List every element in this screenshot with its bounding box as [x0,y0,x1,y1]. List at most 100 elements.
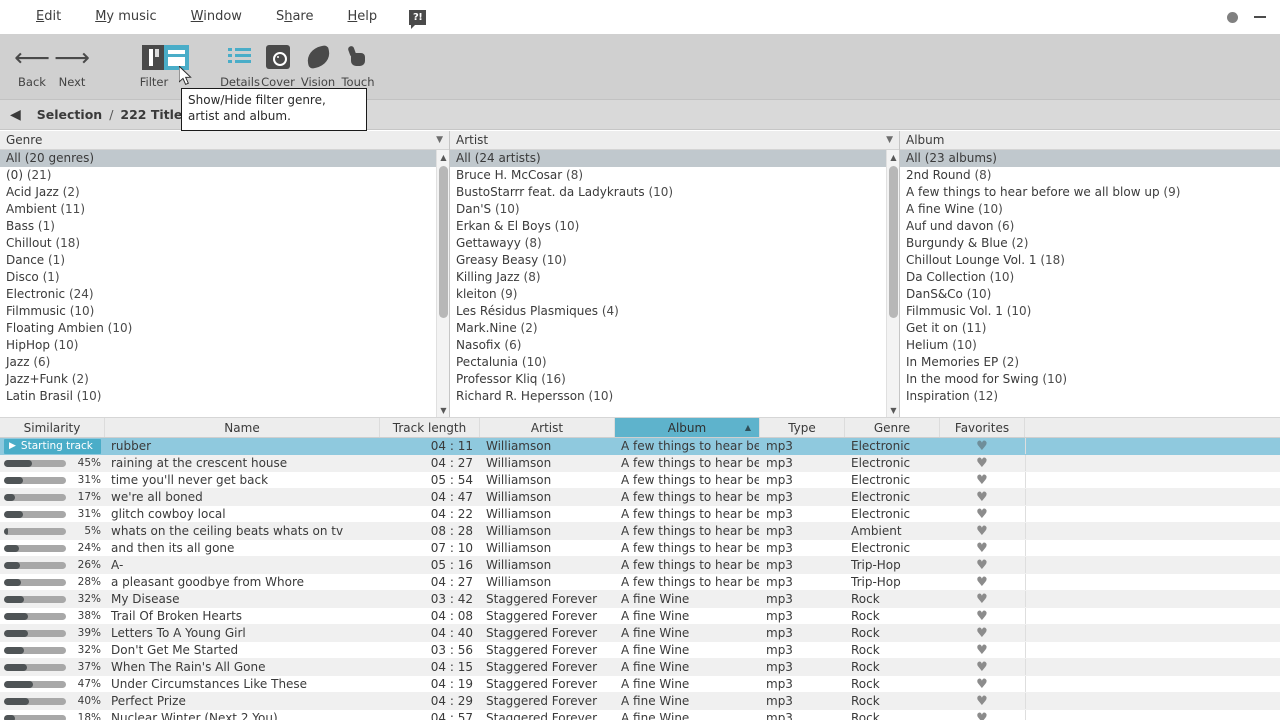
scroll-down-icon[interactable]: ▼ [437,403,449,417]
column-header-artist[interactable]: Artist [480,418,615,437]
heart-icon[interactable]: ♥ [976,508,988,521]
list-item[interactable]: Floating Ambien (10) [0,320,449,337]
list-item[interactable]: Bruce H. McCosar (8) [450,167,899,184]
list-item[interactable]: Inspiration (12) [900,388,1280,405]
list-item[interactable]: Erkan & El Boys (10) [450,218,899,235]
list-item[interactable]: Pectalunia (10) [450,354,899,371]
list-item[interactable]: Electronic (24) [0,286,449,303]
column-header-genre[interactable]: Genre [845,418,940,437]
list-item[interactable]: Jazz+Funk (2) [0,371,449,388]
next-button[interactable]: ⟶ Next [44,42,100,90]
breadcrumb-item-title-count[interactable]: 222 Title [120,107,182,122]
cell-favorites[interactable]: ♥ [940,659,1025,675]
list-item[interactable]: In Memories EP (2) [900,354,1280,371]
cell-favorites[interactable]: ♥ [940,608,1025,624]
column-header-favorites[interactable]: Favorites [940,418,1025,437]
table-row[interactable]: 39% Letters To A Young Girl 04 : 40 Stagger… [0,625,1280,642]
list-item[interactable]: Disco (1) [0,269,449,286]
heart-icon[interactable]: ♥ [976,457,988,470]
column-header-type[interactable]: Type [760,418,845,437]
heart-icon[interactable]: ♥ [976,525,988,538]
list-item[interactable]: Killing Jazz (8) [450,269,899,286]
column-header-album[interactable]: Album ▲ [615,418,760,437]
list-item[interactable]: Gettawayy (8) [450,235,899,252]
cell-favorites[interactable]: ♥ [940,438,1025,454]
artist-panel-header[interactable]: Artist ▼ [450,131,899,150]
heart-icon[interactable]: ♥ [976,491,988,504]
heart-icon[interactable]: ♥ [976,610,988,623]
scroll-up-icon[interactable]: ▲ [437,150,449,164]
column-header-similarity[interactable]: Similarity [0,418,105,437]
list-item[interactable]: Ambient (11) [0,201,449,218]
cell-favorites[interactable]: ♥ [940,472,1025,488]
list-item[interactable]: HipHop (10) [0,337,449,354]
cell-favorites[interactable]: ♥ [940,625,1025,641]
table-row[interactable]: 28% a pleasant goodbye from Whore 04 : 27 W… [0,574,1280,591]
table-row[interactable]: 31% time you'll never get back 05 : 54 Will… [0,472,1280,489]
scroll-up-icon[interactable]: ▲ [887,150,899,164]
heart-icon[interactable]: ♥ [976,593,988,606]
cell-favorites[interactable]: ♥ [940,455,1025,471]
list-item[interactable]: Get it on (11) [900,320,1280,337]
list-item[interactable]: Les Résidus Plasmiques (4) [450,303,899,320]
list-item[interactable]: Nasofix (6) [450,337,899,354]
list-item[interactable]: All (24 artists) [450,150,899,167]
heart-icon[interactable]: ♥ [976,627,988,640]
list-item[interactable]: DanS&Co (10) [900,286,1280,303]
heart-icon[interactable]: ♥ [976,542,988,555]
breadcrumb-item-selection[interactable]: Selection [37,107,102,122]
list-item[interactable]: In the mood for Swing (10) [900,371,1280,388]
list-item[interactable]: Dan'S (10) [450,201,899,218]
list-item[interactable]: Auf und davon (6) [900,218,1280,235]
list-item[interactable]: Chillout (18) [0,235,449,252]
list-item[interactable]: Burgundy & Blue (2) [900,235,1280,252]
table-row[interactable]: 45% raining at the crescent house 04 : 27 W… [0,455,1280,472]
list-item[interactable]: 2nd Round (8) [900,167,1280,184]
list-item[interactable]: BustoStarrr feat. da Ladykrauts (10) [450,184,899,201]
heart-icon[interactable]: ♥ [976,474,988,487]
scroll-thumb[interactable] [439,166,448,318]
list-item[interactable]: All (23 albums) [900,150,1280,167]
list-item[interactable]: Helium (10) [900,337,1280,354]
filter-genre-artist-album-button[interactable] [148,42,204,72]
genre-panel-header[interactable]: Genre ▼ [0,131,449,150]
list-item[interactable]: (0) (21) [0,167,449,184]
list-item[interactable]: Mark.Nine (2) [450,320,899,337]
cell-favorites[interactable]: ♥ [940,710,1025,720]
table-row[interactable]: 38% Trail Of Broken Hearts 04 : 08 Staggere… [0,608,1280,625]
cell-favorites[interactable]: ♥ [940,523,1025,539]
scroll-down-icon[interactable]: ▼ [887,403,899,417]
list-item[interactable]: Filmmusic (10) [0,303,449,320]
table-row[interactable]: 31% glitch cowboy local 04 : 22 Williamson A… [0,506,1280,523]
cell-favorites[interactable]: ♥ [940,693,1025,709]
menu-item-edit[interactable]: Edit [30,0,67,34]
cell-favorites[interactable]: ♥ [940,591,1025,607]
scroll-thumb[interactable] [889,166,898,318]
cell-favorites[interactable]: ♥ [940,489,1025,505]
cell-favorites[interactable]: ♥ [940,676,1025,692]
album-panel-header[interactable]: Album [900,131,1280,150]
list-item[interactable]: Filmmusic Vol. 1 (10) [900,303,1280,320]
table-row[interactable]: ▶ Starting track rubber 04 : 11 Williamson A … [0,438,1280,455]
column-header-pad[interactable] [1025,418,1280,437]
heart-icon[interactable]: ♥ [976,576,988,589]
cell-favorites[interactable]: ♥ [940,557,1025,573]
list-item[interactable]: Chillout Lounge Vol. 1 (18) [900,252,1280,269]
menu-item-help[interactable]: Help [342,0,384,34]
help-bubble-icon[interactable]: ?! [409,9,427,29]
breadcrumb-back-icon[interactable]: ◀ [10,108,21,122]
list-item[interactable]: A few things to hear before we all blow … [900,184,1280,201]
list-item[interactable]: All (20 genres) [0,150,449,167]
table-row[interactable]: 37% When The Rain's All Gone 04 : 15 Stagge… [0,659,1280,676]
table-row[interactable]: 17% we're all boned 04 : 47 Williamson A few… [0,489,1280,506]
list-item[interactable]: Dance (1) [0,252,449,269]
table-row[interactable]: 32% Don't Get Me Started 03 : 56 Staggered … [0,642,1280,659]
menu-item-share[interactable]: Share [270,0,320,34]
artist-scrollbar[interactable]: ▲ ▼ [886,150,899,417]
list-item[interactable]: Bass (1) [0,218,449,235]
heart-icon[interactable]: ♥ [976,712,988,720]
heart-icon[interactable]: ♥ [976,695,988,708]
list-item[interactable]: kleiton (9) [450,286,899,303]
cell-favorites[interactable]: ♥ [940,642,1025,658]
cell-favorites[interactable]: ♥ [940,540,1025,556]
